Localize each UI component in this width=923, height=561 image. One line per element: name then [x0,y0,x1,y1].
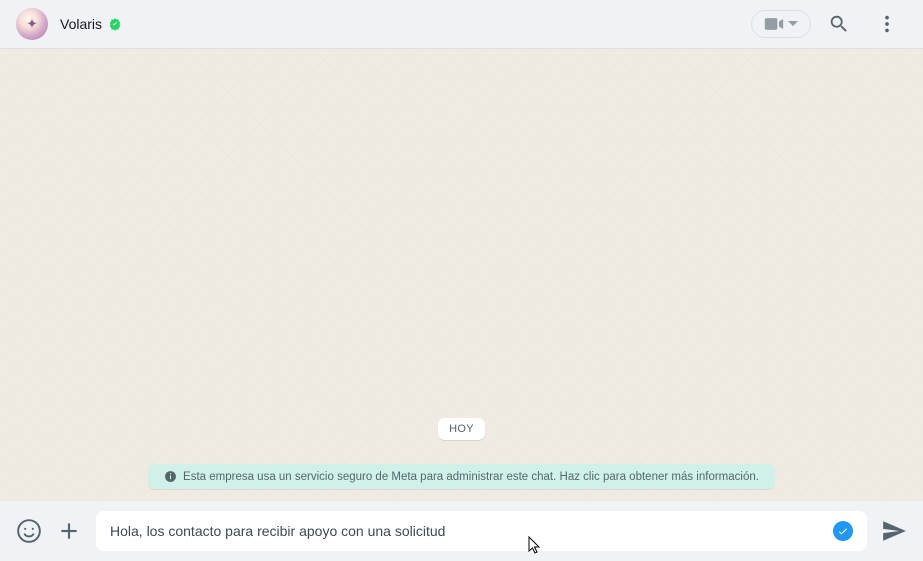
search-icon [828,13,850,35]
emoji-button[interactable] [16,518,42,544]
composer [0,501,923,561]
info-banner-text: Esta empresa usa un servicio seguro de M… [183,471,759,483]
verified-icon [108,17,122,31]
emoji-icon [16,518,42,544]
more-vertical-icon [876,13,898,35]
video-icon [764,17,784,31]
contact-name[interactable]: Volaris [60,16,102,32]
menu-button[interactable] [867,4,907,44]
chat-header: Volaris [0,0,923,49]
attach-button[interactable] [56,518,82,544]
message-input[interactable] [110,523,825,539]
video-call-button[interactable] [751,10,811,38]
info-icon [164,470,177,483]
send-icon [881,518,907,544]
chevron-down-icon [788,21,798,27]
plus-icon [56,518,82,544]
chat-messages-area: HOY Esta empresa usa un servicio seguro … [0,49,923,501]
meta-info-banner[interactable]: Esta empresa usa un servicio seguro de M… [148,464,775,489]
header-actions [751,4,907,44]
send-button[interactable] [881,518,907,544]
message-input-container [96,511,867,551]
date-separator: HOY [438,418,485,440]
check-icon [837,525,849,537]
input-confirm-badge[interactable] [833,521,853,541]
search-button[interactable] [819,4,859,44]
contact-avatar[interactable] [16,8,48,40]
